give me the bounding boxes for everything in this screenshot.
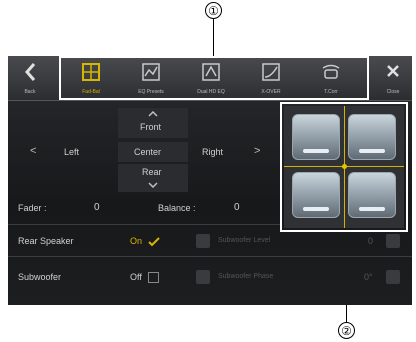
callout-1: ① — [205, 2, 222, 19]
subwoofer-toggle[interactable]: Off — [130, 272, 142, 282]
tab-x-over[interactable]: X-OVER — [246, 56, 296, 100]
balance-value: 0 — [234, 202, 240, 213]
subwoofer-checkbox[interactable] — [148, 272, 159, 283]
left-label[interactable]: Left — [64, 147, 79, 157]
tab-fad-bal[interactable]: Fad-Bal — [66, 56, 116, 100]
subwoofer-level-up-button — [386, 234, 400, 248]
pad-highlight — [280, 102, 408, 232]
rear-label: Rear — [142, 167, 162, 177]
rear-speaker-toggle[interactable]: On — [130, 236, 142, 246]
close-icon — [387, 65, 399, 77]
subwoofer-phase-down-button — [196, 270, 210, 284]
tab-t-corr[interactable]: T.Corr — [306, 56, 356, 100]
back-button[interactable]: Back — [12, 56, 48, 100]
callout-1-leader — [213, 19, 214, 56]
close-button[interactable]: Close — [376, 56, 410, 100]
row-divider — [8, 224, 280, 225]
right-label[interactable]: Right — [202, 147, 223, 157]
subwoofer-level-label: Subwoofer Level — [218, 237, 271, 244]
fader-balance-icon — [82, 63, 100, 81]
back-arrow-icon — [25, 63, 36, 81]
fader-value: 0 — [94, 202, 100, 213]
front-label: Front — [140, 122, 162, 132]
chevron-down-icon — [148, 182, 158, 188]
rear-speaker-label: Rear Speaker — [18, 236, 74, 246]
subwoofer-phase-value: 0° — [364, 272, 373, 282]
subwoofer-phase-label: Subwoofer Phase — [218, 273, 274, 280]
subwoofer-level-down-button — [196, 234, 210, 248]
time-correction-icon — [322, 64, 340, 79]
chevron-up-icon — [148, 111, 158, 117]
subwoofer-label: Subwoofer — [18, 272, 62, 282]
tab-dual-hd-eq[interactable]: Dual HD EQ — [186, 56, 236, 100]
callout-2: ② — [338, 322, 355, 339]
subwoofer-phase-up-button — [386, 270, 400, 284]
subwoofer-level-value: 0 — [368, 236, 374, 246]
rear-button[interactable]: Rear — [118, 164, 188, 192]
eq-presets-icon — [142, 63, 160, 81]
row-divider — [8, 256, 412, 257]
tab-eq-presets[interactable]: EQ Presets — [126, 56, 176, 100]
crossover-icon — [262, 63, 280, 81]
fader-label: Fader : — [18, 203, 47, 213]
front-button[interactable]: Front — [118, 108, 188, 138]
right-arrow-icon[interactable]: > — [254, 145, 260, 157]
checkmark-icon — [148, 237, 160, 247]
center-button[interactable]: Center — [118, 142, 188, 162]
left-arrow-icon[interactable]: < — [30, 145, 36, 157]
top-toolbar: Back Fad-Bal EQ Presets Dual HD EQ X-OVE… — [8, 56, 412, 101]
balance-label: Balance : — [158, 203, 196, 213]
dual-hd-eq-icon — [202, 63, 220, 81]
